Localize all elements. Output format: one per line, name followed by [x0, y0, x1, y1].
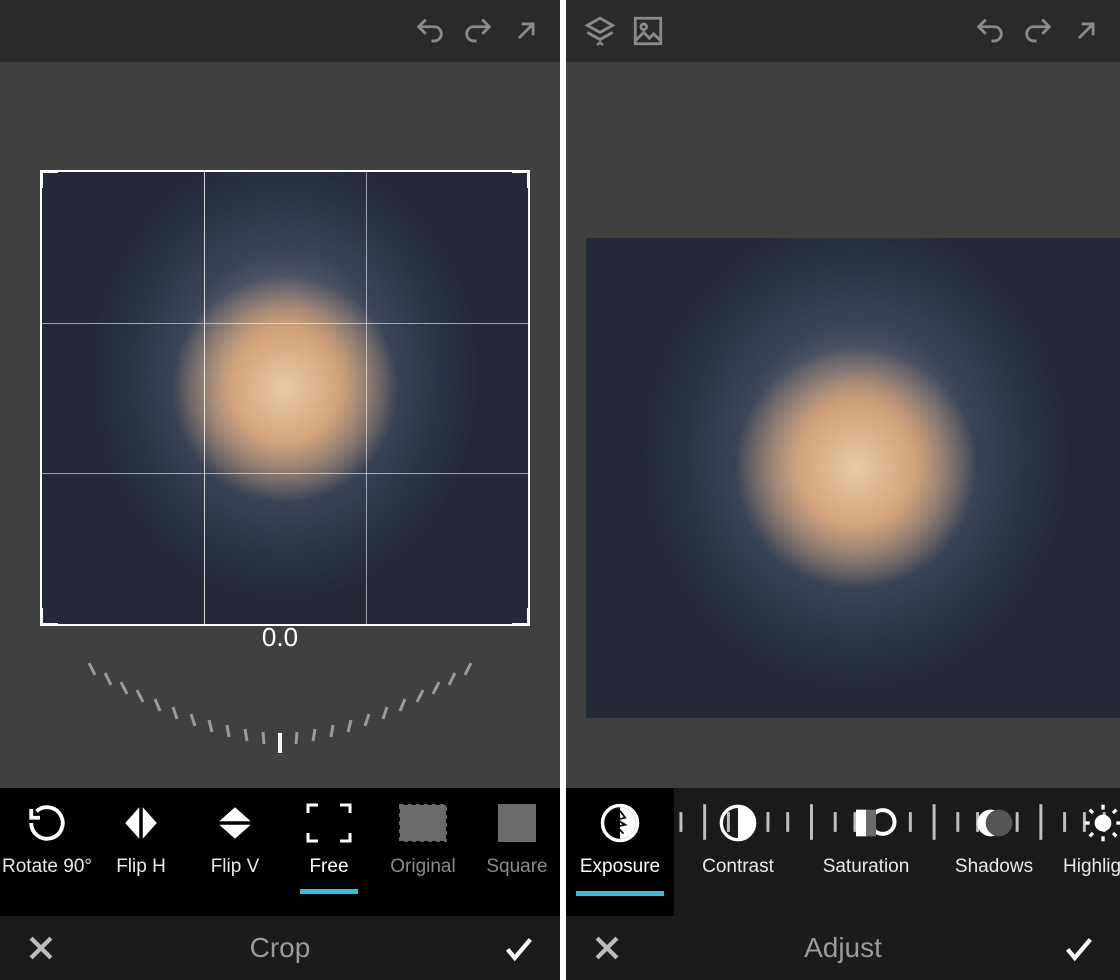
- tool-label: Shadows: [955, 856, 1033, 878]
- tool-label: Flip V: [211, 856, 260, 878]
- tool-label: Square: [486, 856, 547, 878]
- crop-canvas[interactable]: 0.0: [0, 62, 560, 788]
- image-settings-icon[interactable]: [624, 7, 672, 55]
- crop-toolstrip: Rotate 90° Flip H Flip V Free Original S…: [0, 788, 560, 916]
- rotation-dial[interactable]: 0.0: [65, 622, 495, 752]
- shadows-button[interactable]: Shadows: [930, 788, 1058, 916]
- saturation-button[interactable]: Saturation: [802, 788, 930, 916]
- flip-v-button[interactable]: Flip V: [188, 788, 282, 916]
- screen-title: Adjust: [626, 932, 1060, 964]
- cancel-button[interactable]: [22, 929, 60, 967]
- redo-icon[interactable]: [454, 7, 502, 55]
- undo-icon[interactable]: [406, 7, 454, 55]
- flip-h-button[interactable]: Flip H: [94, 788, 188, 916]
- rotation-value: 0.0: [65, 622, 495, 653]
- adjust-canvas[interactable]: [566, 62, 1120, 788]
- tool-label: Saturation: [823, 856, 910, 878]
- fullscreen-icon[interactable]: [1062, 7, 1110, 55]
- bottom-bar: Crop: [0, 916, 560, 980]
- undo-icon[interactable]: [966, 7, 1014, 55]
- tool-label: Highlights: [1063, 856, 1120, 878]
- layers-icon[interactable]: [576, 7, 624, 55]
- crop-screen: 0.0: [0, 0, 560, 980]
- rotate-90-button[interactable]: Rotate 90°: [0, 788, 94, 916]
- bottom-bar: Adjust: [566, 916, 1120, 980]
- screen-title: Crop: [60, 932, 500, 964]
- confirm-button[interactable]: [1060, 929, 1098, 967]
- tool-label: Original: [390, 856, 455, 878]
- aspect-square-button[interactable]: Square: [470, 788, 560, 916]
- crop-grid[interactable]: [40, 170, 530, 626]
- tool-label: Contrast: [702, 856, 774, 878]
- cancel-button[interactable]: [588, 929, 626, 967]
- top-bar: [0, 0, 560, 62]
- highlights-button[interactable]: Highlights: [1058, 788, 1120, 916]
- exposure-button[interactable]: Exposure: [566, 788, 674, 916]
- tool-label: Exposure: [580, 856, 660, 878]
- tool-label: Flip H: [116, 856, 166, 878]
- aspect-free-button[interactable]: Free: [282, 788, 376, 916]
- photo-preview: [586, 238, 1120, 718]
- contrast-button[interactable]: Contrast: [674, 788, 802, 916]
- redo-icon[interactable]: [1014, 7, 1062, 55]
- tool-label: Rotate 90°: [2, 856, 92, 878]
- tool-label: Free: [309, 856, 348, 878]
- confirm-button[interactable]: [500, 929, 538, 967]
- fullscreen-icon[interactable]: [502, 7, 550, 55]
- aspect-original-button[interactable]: Original: [376, 788, 470, 916]
- adjust-screen: Exposure Contrast Saturation Shadows Hig…: [560, 0, 1120, 980]
- top-bar: [566, 0, 1120, 62]
- adjust-toolstrip: Exposure Contrast Saturation Shadows Hig…: [566, 788, 1120, 916]
